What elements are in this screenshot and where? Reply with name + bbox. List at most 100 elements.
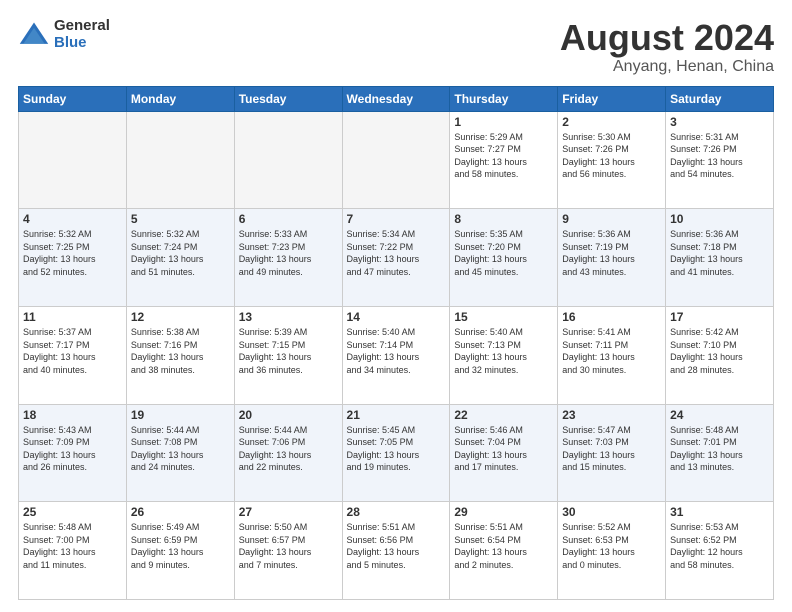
day-info: Sunrise: 5:32 AM Sunset: 7:25 PM Dayligh… bbox=[23, 228, 122, 278]
day-info: Sunrise: 5:34 AM Sunset: 7:22 PM Dayligh… bbox=[347, 228, 446, 278]
day-info: Sunrise: 5:52 AM Sunset: 6:53 PM Dayligh… bbox=[562, 521, 661, 571]
day-number: 26 bbox=[131, 505, 230, 519]
day-info: Sunrise: 5:51 AM Sunset: 6:56 PM Dayligh… bbox=[347, 521, 446, 571]
logo-general: General bbox=[54, 18, 110, 35]
calendar-cell: 25 Sunrise: 5:48 AM Sunset: 7:00 PM Dayli… bbox=[19, 502, 127, 600]
calendar-header-friday: Friday bbox=[558, 86, 666, 111]
day-info: Sunrise: 5:48 AM Sunset: 7:00 PM Dayligh… bbox=[23, 521, 122, 571]
calendar-cell: 31Sunrise: 5:53 AM Sunset: 6:52 PM Dayli… bbox=[666, 502, 774, 600]
calendar-cell: 16Sunrise: 5:41 AM Sunset: 7:11 PM Dayli… bbox=[558, 306, 666, 404]
calendar-cell bbox=[19, 111, 127, 209]
day-number: 21 bbox=[347, 408, 446, 422]
day-info: Sunrise: 5:33 AM Sunset: 7:23 PM Dayligh… bbox=[239, 228, 338, 278]
calendar-cell: 21 Sunrise: 5:45 AM Sunset: 7:05 PM Dayli… bbox=[342, 404, 450, 502]
day-number: 28 bbox=[347, 505, 446, 519]
calendar-cell: 2 Sunrise: 5:30 AM Sunset: 7:26 PM Daylig… bbox=[558, 111, 666, 209]
calendar-cell: 9 Sunrise: 5:36 AM Sunset: 7:19 PM Daylig… bbox=[558, 209, 666, 307]
day-info: Sunrise: 5:31 AM Sunset: 7:26 PM Dayligh… bbox=[670, 131, 769, 181]
day-info: Sunrise: 5:53 AM Sunset: 6:52 PM Dayligh… bbox=[670, 521, 769, 571]
calendar-cell: 12 Sunrise: 5:38 AM Sunset: 7:16 PM Dayli… bbox=[126, 306, 234, 404]
day-info: Sunrise: 5:40 AM Sunset: 7:13 PM Dayligh… bbox=[454, 326, 553, 376]
day-number: 19 bbox=[131, 408, 230, 422]
day-number: 8 bbox=[454, 212, 553, 226]
calendar-cell: 27Sunrise: 5:50 AM Sunset: 6:57 PM Dayli… bbox=[234, 502, 342, 600]
calendar-cell: 24 Sunrise: 5:48 AM Sunset: 7:01 PM Dayli… bbox=[666, 404, 774, 502]
calendar-cell bbox=[234, 111, 342, 209]
day-info: Sunrise: 5:43 AM Sunset: 7:09 PM Dayligh… bbox=[23, 424, 122, 474]
day-number: 4 bbox=[23, 212, 122, 226]
day-number: 24 bbox=[670, 408, 769, 422]
logo: General Blue bbox=[18, 18, 110, 51]
day-number: 20 bbox=[239, 408, 338, 422]
day-number: 17 bbox=[670, 310, 769, 324]
day-info: Sunrise: 5:44 AM Sunset: 7:08 PM Dayligh… bbox=[131, 424, 230, 474]
day-info: Sunrise: 5:42 AM Sunset: 7:10 PM Dayligh… bbox=[670, 326, 769, 376]
day-info: Sunrise: 5:37 AM Sunset: 7:17 PM Dayligh… bbox=[23, 326, 122, 376]
day-info: Sunrise: 5:29 AM Sunset: 7:27 PM Dayligh… bbox=[454, 131, 553, 181]
calendar-cell: 28 Sunrise: 5:51 AM Sunset: 6:56 PM Dayli… bbox=[342, 502, 450, 600]
month-title: August 2024 bbox=[560, 18, 774, 58]
day-number: 7 bbox=[347, 212, 446, 226]
day-number: 23 bbox=[562, 408, 661, 422]
day-info: Sunrise: 5:35 AM Sunset: 7:20 PM Dayligh… bbox=[454, 228, 553, 278]
calendar-cell: 18 Sunrise: 5:43 AM Sunset: 7:09 PM Dayli… bbox=[19, 404, 127, 502]
calendar-week-2: 4 Sunrise: 5:32 AM Sunset: 7:25 PM Daylig… bbox=[19, 209, 774, 307]
calendar-cell: 22 Sunrise: 5:46 AM Sunset: 7:04 PM Dayli… bbox=[450, 404, 558, 502]
day-info: Sunrise: 5:49 AM Sunset: 6:59 PM Dayligh… bbox=[131, 521, 230, 571]
day-number: 3 bbox=[670, 115, 769, 129]
day-number: 14 bbox=[347, 310, 446, 324]
calendar-cell: 5Sunrise: 5:32 AM Sunset: 7:24 PM Daylig… bbox=[126, 209, 234, 307]
day-info: Sunrise: 5:36 AM Sunset: 7:19 PM Dayligh… bbox=[562, 228, 661, 278]
day-number: 30 bbox=[562, 505, 661, 519]
day-info: Sunrise: 5:40 AM Sunset: 7:14 PM Dayligh… bbox=[347, 326, 446, 376]
calendar-table: SundayMondayTuesdayWednesdayThursdayFrid… bbox=[18, 86, 774, 600]
calendar-header-monday: Monday bbox=[126, 86, 234, 111]
header: General Blue August 2024 Anyang, Henan, … bbox=[18, 18, 774, 76]
location: Anyang, Henan, China bbox=[560, 58, 774, 76]
day-number: 22 bbox=[454, 408, 553, 422]
day-number: 12 bbox=[131, 310, 230, 324]
day-info: Sunrise: 5:39 AM Sunset: 7:15 PM Dayligh… bbox=[239, 326, 338, 376]
calendar-week-4: 18 Sunrise: 5:43 AM Sunset: 7:09 PM Dayli… bbox=[19, 404, 774, 502]
day-number: 10 bbox=[670, 212, 769, 226]
calendar-cell: 19 Sunrise: 5:44 AM Sunset: 7:08 PM Dayli… bbox=[126, 404, 234, 502]
day-number: 11 bbox=[23, 310, 122, 324]
day-number: 16 bbox=[562, 310, 661, 324]
title-block: August 2024 Anyang, Henan, China bbox=[560, 18, 774, 76]
calendar-header-wednesday: Wednesday bbox=[342, 86, 450, 111]
day-number: 9 bbox=[562, 212, 661, 226]
day-number: 15 bbox=[454, 310, 553, 324]
calendar-header-saturday: Saturday bbox=[666, 86, 774, 111]
day-info: Sunrise: 5:36 AM Sunset: 7:18 PM Dayligh… bbox=[670, 228, 769, 278]
calendar-week-5: 25 Sunrise: 5:48 AM Sunset: 7:00 PM Dayli… bbox=[19, 502, 774, 600]
calendar-cell: 14 Sunrise: 5:40 AM Sunset: 7:14 PM Dayli… bbox=[342, 306, 450, 404]
page: General Blue August 2024 Anyang, Henan, … bbox=[0, 0, 792, 612]
day-info: Sunrise: 5:38 AM Sunset: 7:16 PM Dayligh… bbox=[131, 326, 230, 376]
calendar-header-tuesday: Tuesday bbox=[234, 86, 342, 111]
day-info: Sunrise: 5:45 AM Sunset: 7:05 PM Dayligh… bbox=[347, 424, 446, 474]
calendar-cell: 29Sunrise: 5:51 AM Sunset: 6:54 PM Dayli… bbox=[450, 502, 558, 600]
logo-icon bbox=[18, 19, 50, 51]
calendar-cell bbox=[342, 111, 450, 209]
calendar-cell: 15 Sunrise: 5:40 AM Sunset: 7:13 PM Dayli… bbox=[450, 306, 558, 404]
calendar-cell: 17 Sunrise: 5:42 AM Sunset: 7:10 PM Dayli… bbox=[666, 306, 774, 404]
calendar-cell: 3 Sunrise: 5:31 AM Sunset: 7:26 PM Daylig… bbox=[666, 111, 774, 209]
day-number: 2 bbox=[562, 115, 661, 129]
calendar-header-sunday: Sunday bbox=[19, 86, 127, 111]
day-info: Sunrise: 5:46 AM Sunset: 7:04 PM Dayligh… bbox=[454, 424, 553, 474]
logo-text: General Blue bbox=[54, 18, 110, 51]
logo-blue: Blue bbox=[54, 35, 110, 52]
day-info: Sunrise: 5:30 AM Sunset: 7:26 PM Dayligh… bbox=[562, 131, 661, 181]
day-number: 5 bbox=[131, 212, 230, 226]
calendar-cell: 20 Sunrise: 5:44 AM Sunset: 7:06 PM Dayli… bbox=[234, 404, 342, 502]
day-number: 18 bbox=[23, 408, 122, 422]
calendar-cell: 1 Sunrise: 5:29 AM Sunset: 7:27 PM Daylig… bbox=[450, 111, 558, 209]
day-number: 1 bbox=[454, 115, 553, 129]
day-number: 25 bbox=[23, 505, 122, 519]
day-number: 6 bbox=[239, 212, 338, 226]
calendar-week-1: 1 Sunrise: 5:29 AM Sunset: 7:27 PM Daylig… bbox=[19, 111, 774, 209]
calendar-cell: 11 Sunrise: 5:37 AM Sunset: 7:17 PM Dayli… bbox=[19, 306, 127, 404]
day-info: Sunrise: 5:50 AM Sunset: 6:57 PM Dayligh… bbox=[239, 521, 338, 571]
day-info: Sunrise: 5:48 AM Sunset: 7:01 PM Dayligh… bbox=[670, 424, 769, 474]
day-info: Sunrise: 5:44 AM Sunset: 7:06 PM Dayligh… bbox=[239, 424, 338, 474]
